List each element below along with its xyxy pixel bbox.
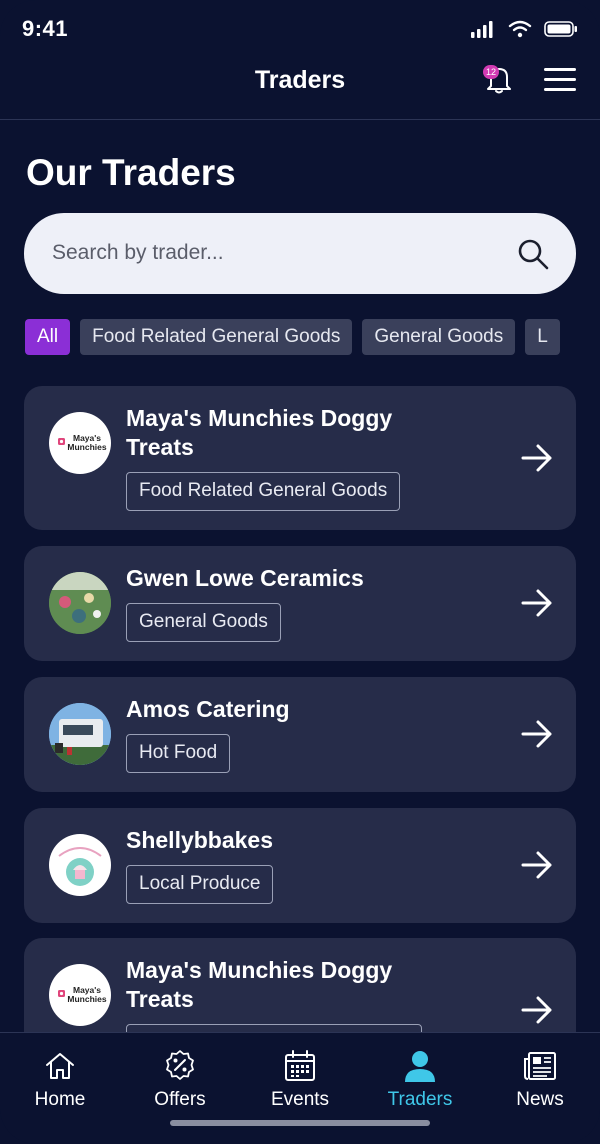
arrow-right-icon[interactable] [520,848,554,882]
home-icon [46,1053,74,1079]
search-input[interactable] [52,235,492,271]
mayas-munchies-logo-icon: Maya's Munchies [58,985,107,1004]
status-icons [470,20,578,38]
trader-name: Amos Catering [126,696,290,722]
arrow-right-icon[interactable] [520,717,554,751]
trader-category-tag: Hot Food [126,734,231,773]
ceramics-photo-icon [49,572,111,634]
arrow-right-icon[interactable] [520,586,554,620]
tab-news[interactable]: News [490,1049,590,1111]
search-bar [24,213,576,294]
filter-chip-food-related-general-goods[interactable]: Food Related General Goods [80,319,353,355]
shellybbakes-logo-icon [50,835,110,895]
trader-name: Maya's Munchies Doggy Treats [126,405,393,460]
notification-badge: 12 [483,65,499,79]
top-header: Traders 12 [0,60,600,120]
newspaper-icon [524,1052,556,1080]
page-title: Our Traders [26,152,236,193]
trader-category-tag: Local Produce [126,865,274,904]
filter-chip-all[interactable]: All [25,319,71,355]
trader-card[interactable]: Shellybbakes Local Produce [24,808,576,923]
trader-name: Maya's Munchies Doggy Treats [126,957,393,1012]
tab-events-label: Events [270,1089,330,1110]
signal-icon [471,21,493,38]
tab-home[interactable]: Home [10,1049,110,1111]
tab-home-label: Home [34,1089,86,1110]
trader-logo [49,572,111,634]
trader-logo: Maya's Munchies [49,964,111,1026]
status-bar: 9:41 [0,0,600,60]
filter-chip-general-goods[interactable]: General Goods [362,319,516,355]
trader-category-tag: Food Related General Goods [126,472,401,511]
mayas-munchies-logo-icon: Maya's Munchies [58,433,107,452]
catering-van-photo-icon [49,703,111,765]
home-indicator [170,1120,430,1126]
arrow-right-icon[interactable] [520,993,554,1027]
offers-icon [166,1050,194,1080]
trader-card[interactable]: Amos Catering Hot Food [24,677,576,792]
svg-text:Munchies: Munchies [67,994,106,1004]
tab-news-label: News [516,1089,564,1110]
trader-logo: Maya's Munchies [49,412,111,474]
arrow-right-icon[interactable] [520,441,554,475]
trader-card[interactable]: Gwen Lowe Ceramics General Goods [24,546,576,661]
tab-traders-label: Traders [387,1089,453,1110]
tab-events[interactable]: Events [250,1049,350,1111]
wifi-icon [508,20,532,38]
trader-name: Gwen Lowe Ceramics [126,565,364,591]
user-icon [405,1051,435,1082]
menu-button[interactable] [542,64,578,94]
tab-traders[interactable]: Traders [370,1049,470,1111]
svg-text:Munchies: Munchies [67,442,106,452]
trader-card[interactable]: Maya's Munchies Maya's Munchies Doggy Tr… [24,386,576,530]
trader-logo [49,834,111,896]
app-screen: 9:41 Traders 12 Our Traders Search by tr… [0,0,600,1144]
bottom-tab-bar: Home Offers Events Traders News [0,1032,600,1144]
tab-offers-label: Offers [154,1089,206,1110]
trader-logo [49,703,111,765]
trader-name: Shellybbakes [126,827,274,853]
status-time: 9:41 [22,16,69,41]
battery-icon [544,21,577,37]
filter-chips: All Food Related General Goods General G… [25,319,600,355]
calendar-icon [285,1050,315,1081]
trader-category-tag: General Goods [126,603,281,642]
filter-chip-partial[interactable]: L [525,319,560,355]
notifications-button[interactable]: 12 [482,62,516,96]
hamburger-icon [544,68,576,91]
tab-offers[interactable]: Offers [130,1049,230,1111]
search-icon[interactable] [516,237,550,271]
